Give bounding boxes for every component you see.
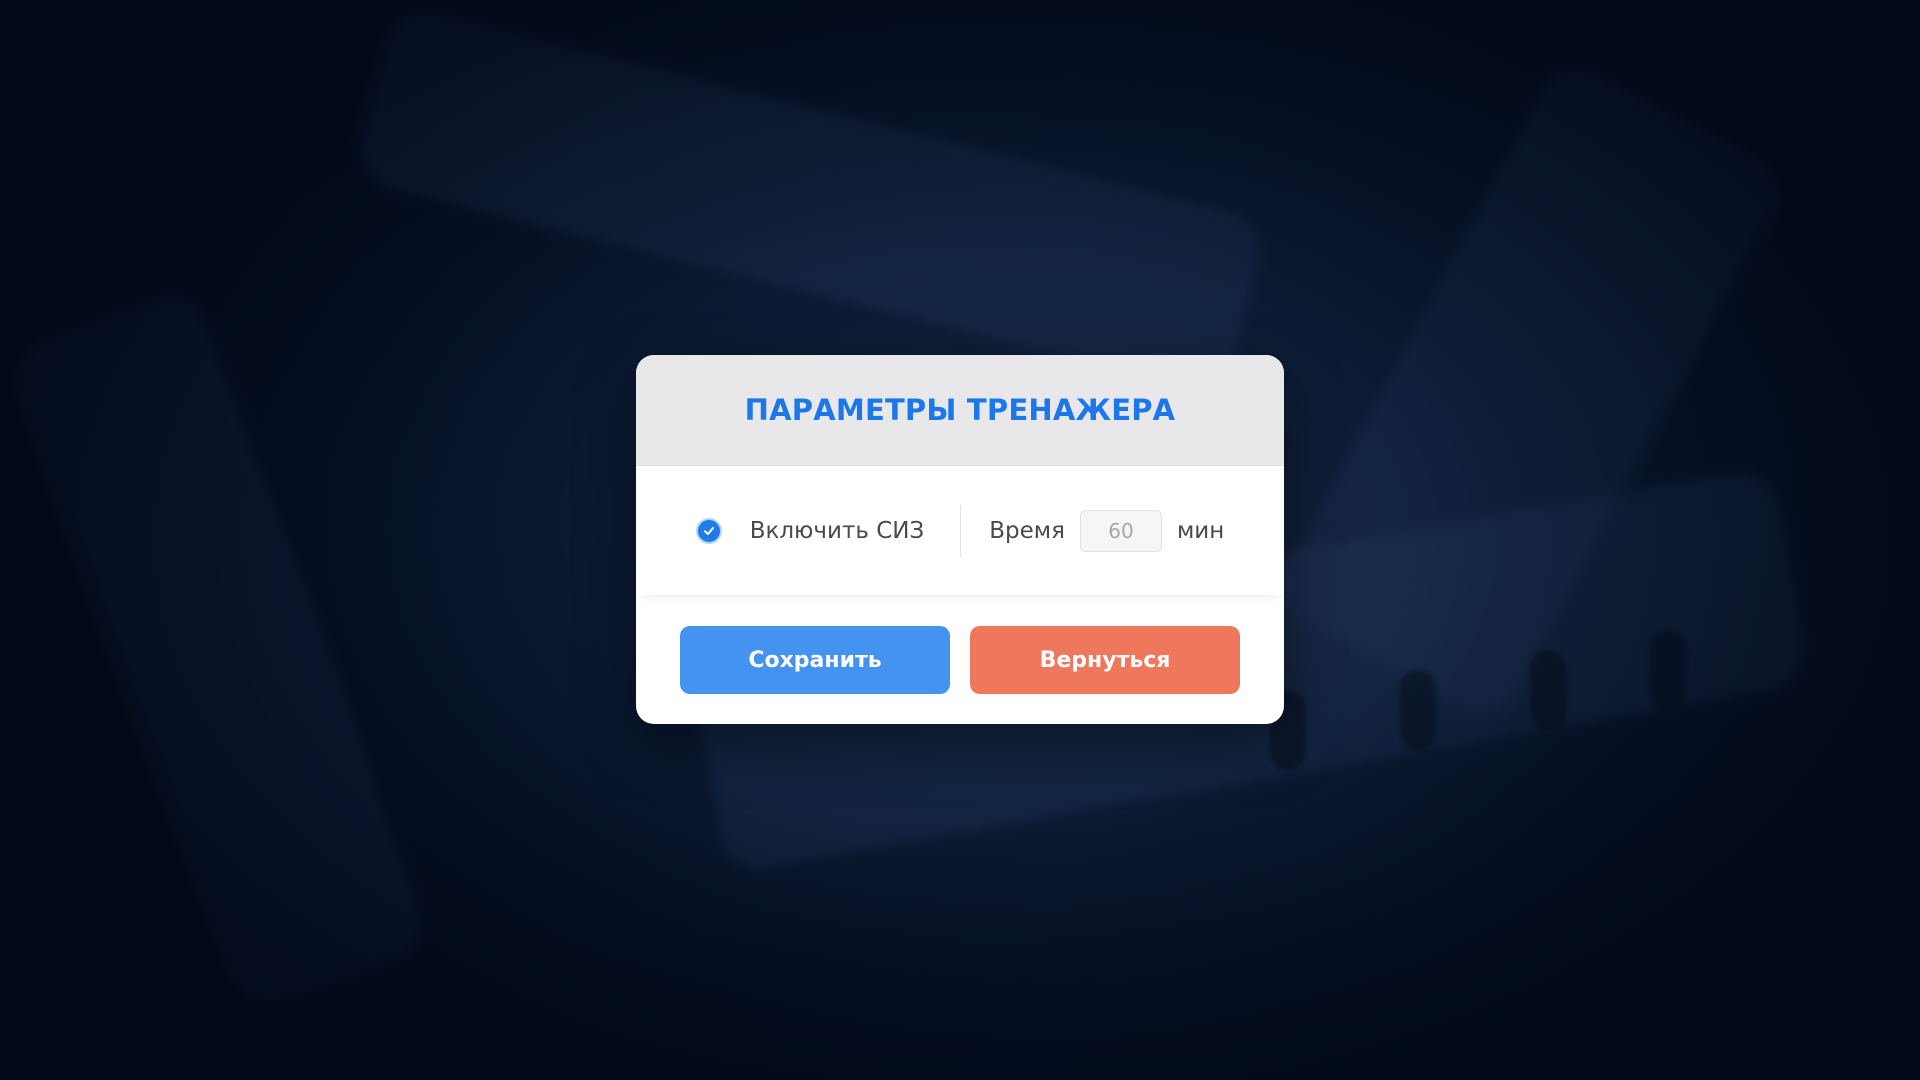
ppe-option-label: Включить СИЗ bbox=[749, 517, 925, 544]
time-unit: мин bbox=[1176, 517, 1225, 544]
check-icon bbox=[703, 526, 714, 535]
dialog-title: ПАРАМЕТРЫ ТРЕНАЖЕРА bbox=[744, 393, 1176, 427]
dialog-body: Включить СИЗ Время мин bbox=[636, 466, 1284, 595]
back-button[interactable]: Вернуться bbox=[970, 626, 1240, 694]
time-group: Время мин bbox=[961, 509, 1225, 552]
save-button[interactable]: Сохранить bbox=[680, 626, 950, 694]
time-input[interactable] bbox=[1079, 509, 1162, 552]
dialog-header: ПАРАМЕТРЫ ТРЕНАЖЕРА bbox=[636, 355, 1284, 466]
trainer-settings-dialog: ПАРАМЕТРЫ ТРЕНАЖЕРА Включить СИЗ Время м… bbox=[636, 355, 1284, 724]
ppe-option[interactable]: Включить СИЗ bbox=[695, 517, 961, 544]
ppe-checkbox[interactable] bbox=[695, 517, 722, 544]
dialog-footer: Сохранить Вернуться bbox=[636, 595, 1284, 724]
time-label: Время bbox=[989, 517, 1065, 544]
